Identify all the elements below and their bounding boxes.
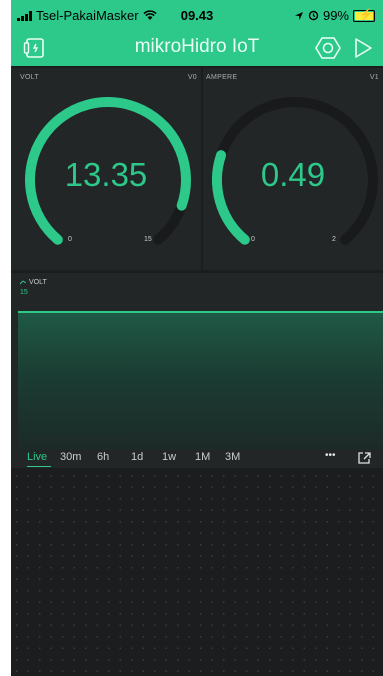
period-3m[interactable]: 3M [225,451,240,463]
widget-canvas-grid[interactable] [11,470,383,676]
fullscreen-icon[interactable] [358,452,371,464]
gauge-volt[interactable]: VOLT V0 13.35 0 15 [11,68,201,270]
y-tick-label: 15 [20,289,28,296]
active-period-underline [27,466,51,467]
battery-icon: ⚡ [353,9,375,22]
period-6h[interactable]: 6h [97,451,109,463]
app-header: mikroHidro IoT [11,30,383,66]
battery-percent: 99% [322,8,349,23]
status-bar: Tsel-PakaiMasker 09.43 99% ⚡ [11,0,383,30]
alarm-icon [308,10,319,21]
period-1m[interactable]: 1M [195,451,210,463]
period-1w[interactable]: 1w [162,451,176,463]
period-30m[interactable]: 30m [60,451,81,463]
legend-label: VOLT [29,279,47,286]
period-1d[interactable]: 1d [131,451,143,463]
period-selector: Live 30m 6h 1d 1w 1M 3M ••• [11,450,383,469]
gauge-max: 2 [332,236,336,243]
chart-legend: VOLT [20,279,47,286]
gauge-min: 0 [68,236,72,243]
chart-widget[interactable]: VOLT 15 10 5 0 Live 30m 6h 1d 1w 1M 3M •… [11,273,383,468]
settings-icon[interactable] [315,36,341,60]
location-icon [294,11,303,20]
series-line-volt [18,311,383,313]
chart-plot-area [18,311,383,450]
gauge-max: 15 [144,236,152,243]
play-icon[interactable] [353,36,373,60]
status-right: 99% ⚡ [294,8,375,23]
more-icon[interactable]: ••• [325,450,336,461]
gauge-ampere[interactable]: AMPERE V1 0.49 0 2 [203,68,383,270]
legend-line-icon [20,280,26,285]
app-screen: Tsel-PakaiMasker 09.43 99% ⚡ mikroHidro … [11,0,383,676]
gauge-value: 0.49 [260,156,326,193]
gauge-value: 13.35 [64,156,148,193]
gauge-min: 0 [251,236,255,243]
period-live[interactable]: Live [27,451,47,463]
